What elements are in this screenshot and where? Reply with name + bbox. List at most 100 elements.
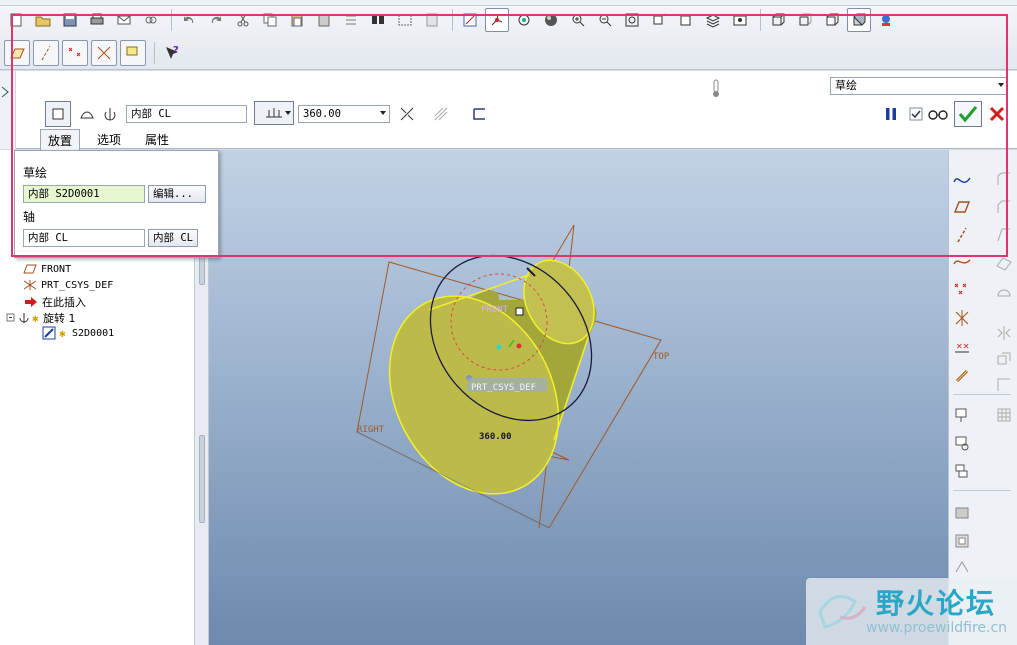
- sweep-blend-button[interactable]: [993, 280, 1015, 302]
- shading-sphere-icon[interactable]: [539, 8, 563, 32]
- toolbar-separator: [154, 42, 155, 64]
- saved-views-icon[interactable]: [674, 8, 698, 32]
- blend-button[interactable]: [993, 252, 1015, 274]
- tab-placement[interactable]: 放置: [40, 129, 81, 152]
- graphics-window[interactable]: FRONT TOP RIGHT PRT_CSYS_DEF 360.00: [209, 150, 948, 645]
- cut-icon[interactable]: [231, 8, 255, 32]
- angle-dimension[interactable]: 360.00: [479, 432, 512, 442]
- datum-curve-button[interactable]: [951, 250, 973, 272]
- pause-button[interactable]: [880, 103, 902, 125]
- datum-axis-button[interactable]: [951, 224, 973, 246]
- sash-grip[interactable]: [199, 435, 205, 523]
- undo-icon[interactable]: [177, 8, 201, 32]
- revolve-axis-button[interactable]: [99, 103, 121, 125]
- tree-item-front[interactable]: FRONT: [22, 263, 71, 275]
- zoom-in-icon[interactable]: [566, 8, 590, 32]
- datum-plane-tool-icon[interactable]: [4, 40, 30, 66]
- select-box-icon[interactable]: [393, 8, 417, 32]
- internal-axis-button[interactable]: 内部 CL: [148, 229, 198, 247]
- datum-axis-tool-icon[interactable]: [33, 40, 59, 66]
- email-icon[interactable]: [112, 8, 136, 32]
- tab-options[interactable]: 选项: [90, 129, 128, 152]
- angle-option-dropdown[interactable]: [254, 101, 294, 125]
- trim-button[interactable]: [993, 374, 1015, 396]
- sketch-mode-select[interactable]: 草绘: [830, 77, 1008, 95]
- view-manager-icon[interactable]: [728, 8, 752, 32]
- hidden-line-icon[interactable]: [793, 8, 817, 32]
- context-help-icon[interactable]: ?: [160, 41, 184, 65]
- no-hidden-icon[interactable]: [820, 8, 844, 32]
- tree-item-revolve[interactable]: ✱ 旋转 1: [6, 310, 76, 326]
- shell-button[interactable]: [951, 530, 973, 552]
- thermometer-icon: [706, 77, 726, 99]
- dashboard-handle[interactable]: [0, 71, 16, 149]
- edit-sketch-button[interactable]: 编辑...: [148, 185, 206, 203]
- solid-type-button[interactable]: [45, 101, 71, 127]
- sketch-collector[interactable]: 内部 S2D0001: [23, 185, 145, 203]
- zoom-out-icon[interactable]: [593, 8, 617, 32]
- print-icon[interactable]: [85, 8, 109, 32]
- copy-icon[interactable]: [258, 8, 282, 32]
- mirror-button[interactable]: [993, 322, 1015, 344]
- axis-collector[interactable]: 内部 CL: [23, 229, 145, 247]
- model-tree-settings-icon[interactable]: [874, 8, 898, 32]
- save-icon[interactable]: [58, 8, 82, 32]
- datum-plane-icon: [23, 264, 37, 274]
- watermark-title: 野火论坛: [876, 587, 997, 620]
- shaded-icon[interactable]: [847, 8, 871, 32]
- tree-item-label: PRT_CSYS_DEF: [41, 279, 114, 291]
- refit-icon[interactable]: [620, 8, 644, 32]
- paste-special-icon[interactable]: [312, 8, 336, 32]
- datum-csys-button[interactable]: [951, 307, 973, 329]
- tree-item-insert-here[interactable]: 在此插入: [24, 294, 86, 310]
- reorient-icon[interactable]: [647, 8, 671, 32]
- pattern-button[interactable]: [993, 404, 1015, 426]
- revolve-button[interactable]: [951, 432, 973, 454]
- layers-icon[interactable]: [701, 8, 725, 32]
- verify-button[interactable]: [926, 103, 950, 125]
- regenerate-icon[interactable]: [339, 8, 363, 32]
- tab-properties[interactable]: 属性: [138, 129, 176, 152]
- sketch-orient-icon[interactable]: [458, 8, 482, 32]
- datum-point-button[interactable]: [951, 278, 973, 300]
- annotation-tool-icon[interactable]: [120, 40, 146, 66]
- datum-plane-button[interactable]: [951, 196, 973, 218]
- drag-handle[interactable]: [515, 307, 524, 316]
- thicken-button[interactable]: [468, 103, 490, 125]
- link-icon[interactable]: [139, 8, 163, 32]
- redo-icon[interactable]: [204, 8, 228, 32]
- datum-csys-tool-icon[interactable]: [91, 40, 117, 66]
- hole-button[interactable]: [951, 502, 973, 524]
- sketch-tool-button[interactable]: [951, 168, 973, 190]
- analysis-button[interactable]: ✕✕: [951, 336, 973, 358]
- wireframe-icon[interactable]: [766, 8, 790, 32]
- chamfer-button[interactable]: [993, 196, 1015, 218]
- flip-direction-button[interactable]: [396, 103, 418, 125]
- draft-button[interactable]: [993, 224, 1015, 246]
- remove-material-button[interactable]: [430, 103, 452, 125]
- merge-button[interactable]: [993, 348, 1015, 370]
- axis-field[interactable]: 内部 CL: [126, 105, 247, 123]
- tree-item-csys[interactable]: PRT_CSYS_DEF: [22, 279, 113, 291]
- datum-curve-icon: [953, 259, 971, 265]
- surface-type-button[interactable]: [76, 103, 98, 125]
- sweep-button[interactable]: [951, 460, 973, 482]
- rib-button[interactable]: [951, 556, 973, 578]
- datum-display-icon[interactable]: [485, 8, 509, 32]
- find-icon[interactable]: [366, 8, 390, 32]
- round-button[interactable]: [993, 168, 1015, 190]
- open-file-icon[interactable]: [31, 8, 55, 32]
- cancel-button[interactable]: [986, 103, 1008, 125]
- spin-center-icon[interactable]: [512, 8, 536, 32]
- extrude-button[interactable]: [951, 404, 973, 426]
- dropdown-icon[interactable]: [420, 8, 444, 32]
- new-file-icon[interactable]: [4, 8, 28, 32]
- ok-button[interactable]: [954, 101, 982, 127]
- round-icon: [997, 172, 1010, 185]
- angle-input[interactable]: 360.00: [298, 105, 390, 123]
- preview-checkbox[interactable]: [905, 103, 927, 125]
- chain-button[interactable]: [951, 365, 973, 387]
- paste-icon[interactable]: [285, 8, 309, 32]
- tree-item-sketch[interactable]: ✱ S2D0001: [42, 326, 114, 340]
- datum-point-tool-icon[interactable]: [62, 40, 88, 66]
